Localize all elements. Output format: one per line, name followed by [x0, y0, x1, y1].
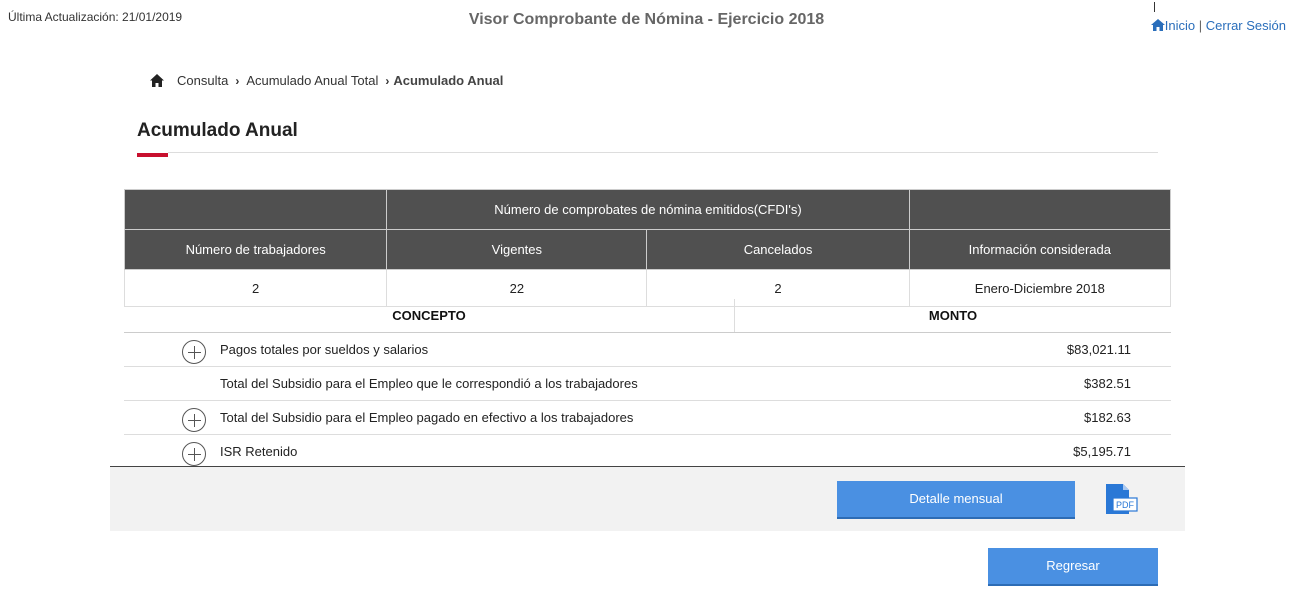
- top-links: Inicio | Cerrar Sesión: [1150, 18, 1286, 33]
- empty-header-cell: [123, 189, 388, 230]
- home-icon[interactable]: [1150, 19, 1165, 31]
- empty-header-cell: [908, 189, 1172, 230]
- back-button[interactable]: Regresar: [988, 548, 1158, 586]
- expand-plus-icon[interactable]: [182, 442, 206, 466]
- chevron-right-icon: ›: [385, 73, 390, 88]
- breadcrumb-item-acumulado-total[interactable]: Acumulado Anual Total: [246, 73, 378, 88]
- column-header: Vigentes: [386, 229, 648, 270]
- column-header: Número de trabajadores: [123, 229, 388, 270]
- concept-amount: $83,021.11: [1066, 342, 1131, 357]
- chevron-right-icon: ›: [235, 73, 240, 88]
- logout-link[interactable]: Cerrar Sesión: [1206, 18, 1286, 33]
- table-row: Total del Subsidio para el Empleo pagado…: [124, 401, 1171, 435]
- home-icon[interactable]: [150, 74, 164, 87]
- concept-label: Total del Subsidio para el Empleo que le…: [220, 376, 638, 391]
- pdf-file-icon[interactable]: PDF: [1104, 483, 1138, 517]
- concepts-table: CONCEPTO MONTO Pagos totales por sueldos…: [124, 299, 1171, 468]
- summary-group-header-row: Número de comprobates de nómina emitidos…: [123, 189, 1172, 230]
- column-header: Cancelados: [646, 229, 910, 270]
- concept-amount: $182.63: [1084, 410, 1131, 425]
- concept-amount: $382.51: [1084, 376, 1131, 391]
- app-title: Visor Comprobante de Nómina - Ejercicio …: [468, 11, 825, 28]
- summary-header-row: Número de trabajadores Vigentes Cancelad…: [123, 229, 1172, 270]
- home-link[interactable]: Inicio: [1165, 18, 1195, 33]
- concept-amount: $5,195.71: [1073, 444, 1131, 459]
- breadcrumb-current: Acumulado Anual: [393, 73, 504, 88]
- table-row: ISR Retenido $5,195.71: [124, 435, 1171, 468]
- breadcrumb-item-consulta[interactable]: Consulta: [177, 73, 228, 88]
- amount-header: MONTO: [928, 308, 978, 323]
- concepts-header: CONCEPTO MONTO: [124, 299, 1171, 333]
- column-header: Información considerada: [908, 229, 1172, 270]
- link-separator: |: [1198, 18, 1203, 33]
- group-header: Número de comprobates de nómina emitidos…: [386, 189, 910, 230]
- pdf-label: PDF: [1116, 500, 1135, 510]
- breadcrumb: Consulta › Acumulado Anual Total › Acumu…: [150, 73, 503, 88]
- concept-label: Total del Subsidio para el Empleo pagado…: [220, 410, 634, 425]
- concept-header: CONCEPTO: [124, 299, 735, 332]
- summary-table: Número de comprobates de nómina emitidos…: [123, 189, 1172, 307]
- monthly-detail-button[interactable]: Detalle mensual: [837, 481, 1075, 519]
- page-title: Acumulado Anual: [137, 120, 298, 141]
- title-accent-bar: [137, 153, 168, 157]
- title-divider: [168, 152, 1158, 153]
- table-row: Pagos totales por sueldos y salarios $83…: [124, 333, 1171, 367]
- divider: [1154, 2, 1155, 12]
- expand-plus-icon[interactable]: [182, 408, 206, 432]
- expand-plus-icon[interactable]: [182, 340, 206, 364]
- concept-label: ISR Retenido: [220, 444, 298, 459]
- table-row: Total del Subsidio para el Empleo que le…: [124, 367, 1171, 401]
- concept-label: Pagos totales por sueldos y salarios: [220, 342, 429, 357]
